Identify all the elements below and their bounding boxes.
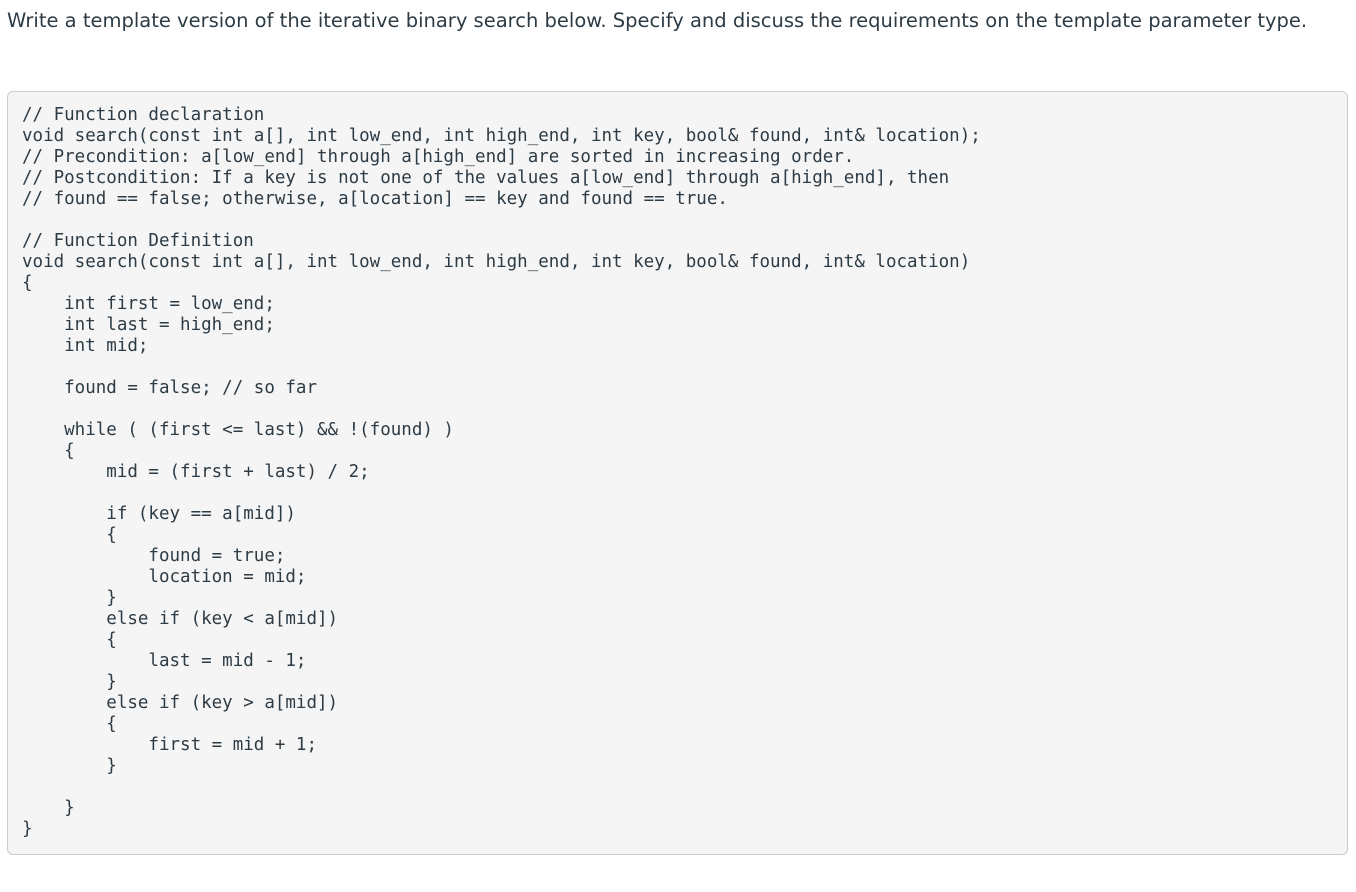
code-line: }	[22, 819, 33, 839]
question-text: Write a template version of the iterativ…	[7, 9, 1308, 32]
code-line: }	[22, 588, 117, 608]
code-line: {	[22, 630, 117, 650]
code-line: {	[22, 714, 117, 734]
code-line: found = true;	[22, 546, 286, 566]
code-line: void search(const int a[], int low_end, …	[22, 126, 981, 146]
code-line: // Precondition: a[low_end] through a[hi…	[22, 147, 855, 167]
code-line: {	[22, 273, 33, 293]
code-line: }	[22, 672, 117, 692]
code-block: // Function declaration void search(cons…	[7, 91, 1348, 855]
code-line: {	[22, 441, 75, 461]
code-lines: // Function declaration void search(cons…	[22, 105, 981, 840]
code-line: // Function declaration	[22, 105, 265, 125]
code-line: }	[22, 756, 117, 776]
code-line: else if (key > a[mid])	[22, 693, 339, 713]
code-line: last = mid - 1;	[22, 651, 307, 671]
code-line: int last = high_end;	[22, 315, 275, 335]
code-line: int mid;	[22, 336, 149, 356]
code-line: mid = (first + last) / 2;	[22, 462, 370, 482]
code-line: found = false; // so far	[22, 378, 318, 398]
code-line: while ( (first <= last) && !(found) )	[22, 420, 454, 440]
code-line: // found == false; otherwise, a[location…	[22, 189, 728, 209]
code-line: }	[22, 798, 75, 818]
code-line: // Postcondition: If a key is not one of…	[22, 168, 950, 188]
code-line: location = mid;	[22, 567, 307, 587]
code-line: void search(const int a[], int low_end, …	[22, 252, 971, 272]
code-line: if (key == a[mid])	[22, 504, 296, 524]
code-line: // Function Definition	[22, 231, 254, 251]
code-line: first = mid + 1;	[22, 735, 318, 755]
code-line: int first = low_end;	[22, 294, 275, 314]
code-line: else if (key < a[mid])	[22, 609, 339, 629]
code-line: {	[22, 525, 117, 545]
